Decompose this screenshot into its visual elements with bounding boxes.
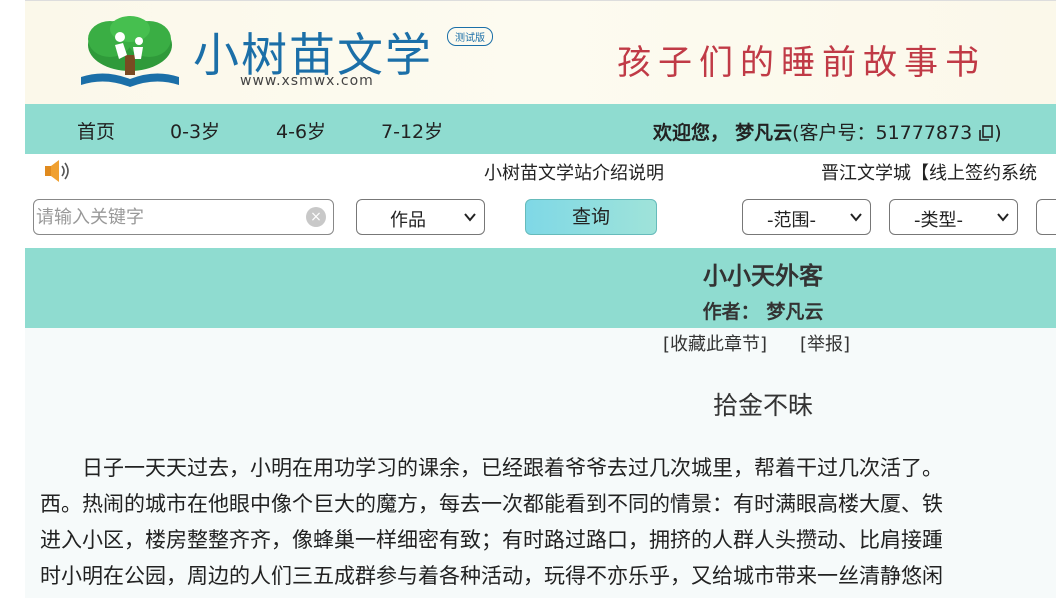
- range-value: -范围-: [767, 210, 816, 231]
- username[interactable]: 梦凡云: [735, 122, 792, 144]
- nav-item-home[interactable]: 首页: [77, 117, 115, 144]
- extra-select[interactable]: [1036, 199, 1056, 235]
- notice-link[interactable]: 晋江文学城【线上签约系统: [821, 159, 1037, 185]
- site-url: www.xsmwx.com: [240, 73, 374, 89]
- beta-badge: 测试版: [447, 27, 493, 46]
- article-body: 日子一天天过去，小明在用功学习的课余，已经跟着爷爷去过几次城里，帮着干过几次活了…: [40, 450, 1056, 594]
- favorite-chapter-link[interactable]: [收藏此章节]: [663, 330, 767, 356]
- nav-item-age-4-6[interactable]: 4-6岁: [276, 117, 326, 144]
- nav-item-age-7-12[interactable]: 7-12岁: [381, 117, 443, 144]
- nav-item-age-0-3[interactable]: 0-3岁: [170, 117, 220, 144]
- paragraph-line: 进入小区，楼房整整齐齐，像蜂巢一样细密有致；有时路过路口，拥挤的人群人头攒动、比…: [40, 528, 943, 552]
- article-banner: 小小天外客 作者： 梦凡云: [25, 248, 1056, 328]
- paragraph-line: 时小明在公园，周边的人们三五成群参与着各种活动，玩得不亦乐乎，又给城市带来一丝清…: [40, 564, 943, 588]
- paragraph-line: 日子一天天过去，小明在用功学习的课余，已经跟着爷爷去过几次城里，帮着干过几次活了…: [40, 456, 943, 480]
- chevron-down-icon: [997, 213, 1009, 222]
- chevron-down-icon: [464, 213, 476, 222]
- search-type-select[interactable]: 作品: [356, 199, 485, 235]
- welcome-prefix: 欢迎您，: [653, 122, 730, 144]
- site-slogan: 孩子们的睡前故事书: [617, 43, 986, 83]
- search-bar: × 作品 查询 -范围- -类型-: [25, 190, 1056, 248]
- article-author: 作者： 梦凡云: [25, 297, 1056, 324]
- author-label: 作者：: [702, 301, 760, 323]
- search-input[interactable]: [33, 199, 334, 235]
- search-type-value: 作品: [390, 210, 426, 231]
- category-value: -类型-: [914, 210, 963, 231]
- chevron-down-icon: [850, 213, 862, 222]
- copy-icon[interactable]: [978, 125, 994, 141]
- author-name[interactable]: 梦凡云: [766, 301, 823, 323]
- user-welcome: 欢迎您， 梦凡云(客户号：51777873 ): [653, 118, 1002, 145]
- customer-number: (客户号：51777873: [792, 122, 973, 144]
- customer-number-suffix: ): [994, 122, 1002, 144]
- clear-icon[interactable]: ×: [306, 207, 326, 227]
- main-nav: 首页 0-3岁 4-6岁 7-12岁 欢迎您， 梦凡云(客户号：51777873…: [25, 104, 1056, 154]
- site-header: 小树苗文学 www.xsmwx.com 测试版 孩子们的睡前故事书: [25, 0, 1056, 104]
- notice-bar: 小树苗文学站介绍说明 晋江文学城【线上签约系统: [25, 154, 1056, 190]
- report-link[interactable]: [举报]: [800, 330, 850, 356]
- chapter-title: 拾金不昧: [712, 391, 813, 420]
- notice-link[interactable]: 小树苗文学站介绍说明: [484, 159, 664, 185]
- site-logo[interactable]: 小树苗文学 www.xsmwx.com 测试版: [75, 15, 495, 95]
- paragraph-line: 西。热闹的城市在他眼中像个巨大的魔方，每去一次都能看到不同的情景：有时满眼高楼大…: [40, 492, 943, 516]
- page: 小树苗文学 www.xsmwx.com 测试版 孩子们的睡前故事书 首页 0-3…: [25, 0, 1056, 598]
- query-button[interactable]: 查询: [525, 199, 657, 235]
- tree-logo-icon: [81, 16, 179, 87]
- speaker-icon[interactable]: [43, 157, 73, 185]
- left-margin: [0, 0, 25, 598]
- range-select[interactable]: -范围-: [742, 199, 871, 235]
- category-select[interactable]: -类型-: [889, 199, 1018, 235]
- article-title: 小小天外客: [703, 262, 823, 290]
